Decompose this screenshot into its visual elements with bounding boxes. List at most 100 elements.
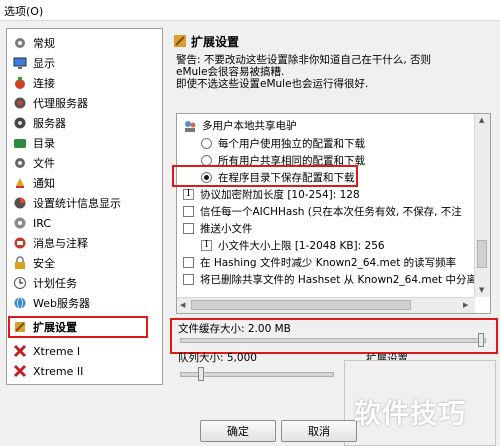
- checkbox[interactable]: [183, 274, 194, 285]
- sidebar-item-label: 设置统计信息显示: [33, 197, 121, 210]
- tools-icon: [13, 320, 27, 334]
- sidebar-item-label: 文件: [33, 157, 55, 170]
- sidebar-item-extended-settings[interactable]: 扩展设置: [13, 317, 159, 337]
- text-entry-icon: I: [183, 189, 194, 200]
- checkbox[interactable]: [183, 223, 194, 234]
- users-icon: [183, 119, 197, 133]
- scroll-thumb[interactable]: [477, 240, 487, 268]
- cancel-button[interactable]: 取消: [281, 420, 357, 442]
- tree-horizontal-scrollbar[interactable]: ◀ ▶: [177, 297, 475, 313]
- scroll-left-icon[interactable]: ◀: [180, 301, 185, 309]
- scroll-thumb[interactable]: [191, 300, 411, 310]
- tree-vertical-scrollbar[interactable]: ▲ ▼: [474, 114, 490, 297]
- xtreme-icon: [13, 364, 27, 378]
- radio-option-independent[interactable]: 每个用户使用独立的配置和下载: [201, 135, 365, 152]
- sidebar-item-label: 目录: [33, 137, 55, 150]
- sidebar-item-statistics[interactable]: 设置统计信息显示: [13, 193, 159, 213]
- tree-group-multiuser: 多用户本地共享电驴: [183, 117, 297, 134]
- queue-size-label: 队列大小: 5,000: [178, 352, 257, 364]
- sidebar-item-connection[interactable]: 连接: [13, 73, 159, 93]
- sidebar-item-server[interactable]: 服务器: [13, 113, 159, 133]
- file-buffer-slider-track[interactable]: [180, 338, 486, 343]
- xtreme-icon: [13, 344, 27, 358]
- tree-row-label: 将已删除共享文件的 Hashset 从 Known2_64.met 中分离: [200, 274, 477, 286]
- watermark: 软件技巧: [354, 399, 466, 430]
- radio-button-selected[interactable]: [201, 172, 212, 183]
- tree-row-push-small[interactable]: 推送小文件: [183, 220, 253, 237]
- tools-icon: [173, 34, 187, 48]
- tree-row-label: 小文件大小上限 [1-2048 KB]: 256: [218, 240, 385, 252]
- sidebar-item-webserver[interactable]: Web服务器: [13, 293, 159, 313]
- radio-button[interactable]: [201, 155, 212, 166]
- sidebar-item-label: 通知: [33, 177, 55, 190]
- tree-row-push-limit[interactable]: I 小文件大小上限 [1-2048 KB]: 256: [201, 237, 385, 254]
- plug-icon: [13, 76, 27, 90]
- sidebar-item-xtreme-2[interactable]: Xtreme II: [13, 361, 159, 381]
- clock-icon: [13, 276, 27, 290]
- tree-row-trust-aich[interactable]: 信任每一个AICHHash (只在本次任务有效, 不保存, 不注: [183, 203, 462, 220]
- checkbox[interactable]: [183, 257, 194, 268]
- file-buffer-label: 文件缓存大小: 2.00 MB: [178, 323, 291, 335]
- checkbox[interactable]: [183, 206, 194, 217]
- tree-row-label: 在 Hashing 文件时减少 Known2_64.met 的读写频率: [200, 257, 457, 269]
- sidebar-item-irc[interactable]: IRC: [13, 213, 159, 233]
- scroll-up-icon[interactable]: ▲: [479, 116, 484, 124]
- sidebar-item-xtreme-1[interactable]: Xtreme I: [13, 341, 159, 361]
- warning-text: 警告: 不要改动这些设置除非你知道自己在干什么, 否则 eMule会很容易被搞糟…: [176, 54, 494, 90]
- sidebar-item-label: 消息与注释: [33, 237, 88, 250]
- sidebar-item-label: IRC: [33, 216, 52, 230]
- sidebar-item-label: Web服务器: [33, 297, 90, 310]
- radio-button[interactable]: [201, 138, 212, 149]
- sidebar-item-label: Xtreme II: [33, 364, 84, 378]
- sidebar-item-general[interactable]: 常规: [13, 33, 159, 53]
- tree-row-hashing[interactable]: 在 Hashing 文件时减少 Known2_64.met 的读写频率: [183, 254, 456, 271]
- sidebar-item-label: 安全: [33, 257, 55, 270]
- sidebar-item-label: 显示: [33, 57, 55, 70]
- sidebar-item-display[interactable]: 显示: [13, 53, 159, 73]
- sidebar-item-label: 服务器: [33, 117, 66, 130]
- tree-row-label: 协议加密附加长度 [10-254]: 128: [200, 189, 360, 201]
- sidebar-item-label: 计划任务: [33, 277, 77, 290]
- tree-row-label: 信任每一个AICHHash (只在本次任务有效, 不保存, 不注: [200, 206, 462, 218]
- sidebar-item-label: 常规: [33, 37, 55, 50]
- lock-icon: [13, 256, 27, 270]
- irc-icon: [13, 216, 27, 230]
- window-title: 选项(O): [4, 5, 44, 18]
- warning-line: 即使不选这些设置eMule也会运行得很好.: [176, 78, 369, 90]
- sidebar-item-directories[interactable]: 目录: [13, 133, 159, 153]
- bell-icon: [13, 176, 27, 190]
- sidebar-item-scheduler[interactable]: 计划任务: [13, 273, 159, 293]
- tree-row-protocol-padding[interactable]: I 协议加密附加长度 [10-254]: 128: [183, 186, 360, 203]
- radio-label: 在程序目录下保存配置和下载: [218, 172, 355, 184]
- settings-tree[interactable]: 多用户本地共享电驴 每个用户使用独立的配置和下载 所有用户共享相同的配置和下载 …: [176, 113, 491, 314]
- tree-row-delete-hashset[interactable]: 将已删除共享文件的 Hashset 从 Known2_64.met 中分离: [183, 271, 477, 288]
- file-icon: [13, 156, 27, 170]
- display-icon: [13, 56, 27, 70]
- proxy-icon: [13, 96, 27, 110]
- radio-option-shared[interactable]: 所有用户共享相同的配置和下载: [201, 152, 365, 169]
- gear-icon: [13, 36, 27, 50]
- radio-label: 所有用户共享相同的配置和下载: [218, 155, 365, 167]
- sidebar-item-security[interactable]: 安全: [13, 253, 159, 273]
- panel-header: 扩展设置: [173, 32, 239, 50]
- text-entry-icon: I: [201, 240, 212, 251]
- file-buffer-slider-thumb[interactable]: [478, 333, 484, 347]
- queue-size-slider-thumb[interactable]: [197, 367, 204, 381]
- tree-row-label: 推送小文件: [200, 223, 253, 235]
- folder-icon: [13, 136, 27, 150]
- sidebar-item-label: 扩展设置: [33, 321, 77, 334]
- web-icon: [13, 296, 27, 310]
- scroll-right-icon[interactable]: ▶: [463, 301, 468, 309]
- sidebar-item-label: Xtreme I: [33, 344, 81, 358]
- sidebar-item-proxy[interactable]: 代理服务器: [13, 93, 159, 113]
- ok-button[interactable]: 确定: [200, 420, 276, 442]
- sidebar-item-notifications[interactable]: 通知: [13, 173, 159, 193]
- sidebar-item-messages[interactable]: 消息与注释: [13, 233, 159, 253]
- server-icon: [13, 116, 27, 130]
- tree-group-label: 多用户本地共享电驴: [202, 120, 297, 132]
- radio-option-program-dir[interactable]: 在程序目录下保存配置和下载: [201, 169, 355, 186]
- stats-icon: [13, 196, 27, 210]
- scroll-down-icon[interactable]: ▼: [479, 286, 484, 294]
- sidebar-item-files[interactable]: 文件: [13, 153, 159, 173]
- options-sidebar: 常规 显示 连接 代理服务器 服务器 目录 文件 通知 设置统计信息显示 IRC…: [6, 28, 163, 385]
